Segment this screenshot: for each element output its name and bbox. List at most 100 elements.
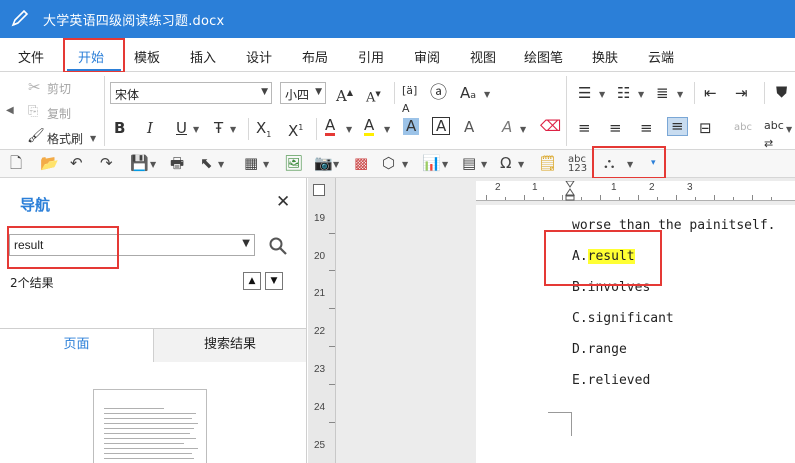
- justify-icon[interactable]: ≡: [667, 117, 688, 136]
- pen-logo-icon: [11, 9, 29, 27]
- font-color-dropdown-icon[interactable]: ▼: [346, 125, 352, 134]
- multilevel-list-dropdown-icon[interactable]: ▼: [677, 90, 683, 99]
- text-box-icon[interactable]: ▤: [462, 155, 476, 172]
- paint-bucket-icon[interactable]: ⛊: [776, 83, 787, 101]
- menu-template[interactable]: 模板: [134, 47, 160, 66]
- char-spacing-dropdown-icon[interactable]: ▼: [484, 90, 490, 99]
- shrink-font-icon[interactable]: A▼: [366, 85, 381, 107]
- subscript-icon[interactable]: X1: [256, 119, 271, 144]
- decrease-indent-icon[interactable]: ⇤: [704, 84, 717, 102]
- menu-file[interactable]: 文件: [18, 47, 44, 66]
- italic-icon[interactable]: I: [147, 119, 153, 137]
- menu-layout[interactable]: 布局: [302, 47, 328, 66]
- search-icon[interactable]: [268, 236, 288, 256]
- menu-references[interactable]: 引用: [358, 47, 384, 66]
- save-icon[interactable]: 💾: [130, 155, 149, 172]
- numbered-list-dropdown-icon[interactable]: ▼: [638, 90, 644, 99]
- new-document-icon[interactable]: 🗋: [10, 155, 22, 172]
- align-right-icon[interactable]: ≡: [640, 119, 653, 137]
- chart-icon[interactable]: 📊: [422, 155, 441, 172]
- strikethrough-dropdown-icon[interactable]: ▼: [230, 125, 236, 134]
- format-painter-dropdown-icon[interactable]: ▼: [90, 134, 96, 143]
- bold-icon[interactable]: B: [114, 119, 125, 137]
- enclosed-char-icon[interactable]: ⓐ: [430, 84, 447, 102]
- tab-pages[interactable]: 页面: [0, 329, 153, 362]
- font-color-icon[interactable]: A: [325, 117, 336, 136]
- separator: [394, 82, 395, 104]
- font-size-value: 小四: [285, 88, 310, 102]
- highlight-icon[interactable]: A: [364, 117, 375, 136]
- clear-format-icon[interactable]: ⌫: [540, 117, 561, 135]
- next-result-button[interactable]: ▼: [265, 272, 283, 290]
- menu-design[interactable]: 设计: [246, 47, 272, 66]
- align-left-icon[interactable]: ≡: [578, 119, 591, 137]
- align-center-icon[interactable]: ≡: [609, 119, 622, 137]
- distributed-align-icon[interactable]: ⊟: [699, 119, 712, 137]
- ribbon-home: ◀ ✂ 剪切 ⎘ 复制 🖌 格式刷 ▼ 宋体 ▼ 小四 ▼ A▲ A▼ [ä] A…: [0, 72, 795, 150]
- ribbon-collapse-left-icon[interactable]: ◀: [6, 102, 14, 120]
- indent-marker-icon[interactable]: [565, 181, 575, 201]
- select-dropdown-icon[interactable]: ▼: [218, 160, 224, 169]
- text-direction-icon[interactable]: abc ⇄: [764, 117, 784, 153]
- text-outline-icon[interactable]: A: [502, 118, 512, 136]
- undo-icon[interactable]: ↶: [70, 155, 83, 172]
- numbered-list-icon[interactable]: ☷: [617, 84, 630, 102]
- table-dropdown-icon[interactable]: ▼: [263, 160, 269, 169]
- menu-cloud[interactable]: 云端: [648, 47, 674, 66]
- menu-review[interactable]: 审阅: [414, 47, 440, 66]
- symbol-omega-icon[interactable]: Ω: [500, 155, 511, 172]
- increase-indent-icon[interactable]: ⇥: [735, 84, 748, 102]
- copy-button[interactable]: 复制: [47, 105, 71, 122]
- bullet-list-dropdown-icon[interactable]: ▼: [599, 90, 605, 99]
- shapes-dropdown-icon[interactable]: ▼: [402, 160, 408, 169]
- chart-dropdown-icon[interactable]: ▼: [442, 160, 448, 169]
- ruler-corner-toggle[interactable]: [313, 184, 325, 196]
- menu-insert[interactable]: 插入: [190, 47, 216, 66]
- picture-icon[interactable]: 🖼: [284, 155, 303, 172]
- font-name-combo[interactable]: 宋体 ▼: [110, 82, 272, 104]
- menu-skin[interactable]: 换肤: [592, 47, 618, 66]
- grow-font-icon[interactable]: A▲: [336, 84, 353, 105]
- horizontal-ruler: 2 1 1 2 3: [476, 181, 795, 201]
- underline-dropdown-icon[interactable]: ▼: [193, 125, 199, 134]
- save-dropdown-icon[interactable]: ▼: [150, 160, 156, 169]
- superscript-icon[interactable]: X1: [288, 119, 303, 140]
- hruler-number: 1: [532, 182, 538, 193]
- page-margin-mark: [548, 412, 572, 436]
- bullet-list-icon[interactable]: ☰: [578, 84, 591, 102]
- font-size-combo[interactable]: 小四 ▼: [280, 82, 326, 104]
- menu-view[interactable]: 视图: [470, 47, 496, 66]
- open-folder-icon[interactable]: 📂: [40, 155, 59, 172]
- menu-draw-pen[interactable]: 绘图笔: [524, 47, 563, 66]
- previous-result-button[interactable]: ▲: [243, 272, 261, 290]
- text-box-dropdown-icon[interactable]: ▼: [481, 160, 487, 169]
- close-icon[interactable]: ✕: [276, 192, 290, 212]
- chevron-down-icon[interactable]: ▼: [242, 238, 250, 249]
- shapes-icon[interactable]: ⬡: [382, 155, 395, 172]
- tab-search-results[interactable]: 搜索结果: [153, 329, 306, 362]
- format-painter-button[interactable]: 格式刷: [47, 130, 83, 147]
- redo-icon[interactable]: ↷: [100, 155, 113, 172]
- multilevel-list-icon[interactable]: ≣: [656, 84, 669, 102]
- text-effect-icon[interactable]: A: [464, 118, 474, 136]
- word-count-icon[interactable]: abc 123: [568, 155, 587, 174]
- screenshot-dropdown-icon[interactable]: ▼: [333, 160, 339, 169]
- select-pointer-icon[interactable]: ⬉: [200, 155, 213, 172]
- page-thumbnail[interactable]: [93, 389, 207, 463]
- cut-button[interactable]: 剪切: [47, 80, 71, 97]
- underline-icon[interactable]: U: [176, 119, 187, 137]
- text-direction-dropdown-icon[interactable]: ▼: [786, 125, 792, 134]
- strikethrough-icon[interactable]: Ŧ: [214, 119, 223, 137]
- char-shading-icon[interactable]: A: [403, 118, 420, 135]
- highlight-dropdown-icon[interactable]: ▼: [384, 125, 390, 134]
- gallery-icon[interactable]: ▩: [354, 155, 368, 172]
- phonetic-guide-icon[interactable]: [ä] A: [402, 82, 417, 118]
- char-border-icon[interactable]: A: [432, 117, 451, 135]
- text-outline-dropdown-icon[interactable]: ▼: [520, 125, 526, 134]
- symbol-dropdown-icon[interactable]: ▼: [518, 160, 524, 169]
- char-spacing-icon[interactable]: Aₐ: [460, 84, 476, 102]
- table-icon[interactable]: ▦: [244, 155, 258, 172]
- screenshot-icon[interactable]: 📷: [314, 155, 333, 172]
- sticky-note-icon[interactable]: 🗒: [538, 155, 557, 172]
- print-icon[interactable]: 🖶: [170, 155, 184, 172]
